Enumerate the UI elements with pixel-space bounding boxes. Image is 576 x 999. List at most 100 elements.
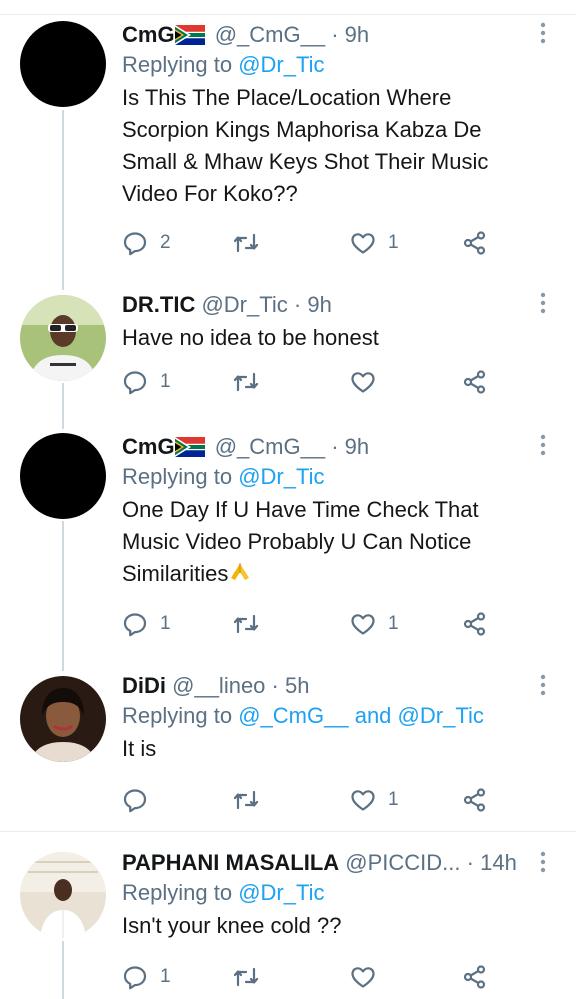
user-handle[interactable]: @_CmG__ xyxy=(215,434,325,459)
like-icon xyxy=(350,369,376,395)
timestamp[interactable]: 9h xyxy=(345,434,369,459)
tweet-text: Have no idea to be honest xyxy=(122,322,562,354)
profile-photo xyxy=(20,852,106,938)
tweet-text-segment: Similarities xyxy=(122,561,229,586)
tweet-actions: 1 1 xyxy=(122,611,562,637)
tweet-text-line: Isn't your knee cold ?? xyxy=(122,913,342,938)
display-name[interactable]: DR.TIC xyxy=(122,292,195,317)
reply-icon xyxy=(122,611,148,637)
retweet-button[interactable] xyxy=(232,964,272,990)
replying-to-line: Replying to @Dr_Tic xyxy=(122,50,562,80)
display-name[interactable]: CmG xyxy=(122,22,175,47)
more-icon[interactable] xyxy=(534,290,552,316)
tweet-text-line: Is This The Place/Location Where xyxy=(122,85,452,110)
mention-link[interactable]: @Dr_Tic xyxy=(238,52,324,77)
tweet-header: DiDi @__lineo · 5h xyxy=(122,673,562,699)
separator-dot: · xyxy=(271,673,279,698)
tweet-header: DR.TIC @Dr_Tic · 9h xyxy=(122,292,562,318)
replying-label: Replying to xyxy=(122,464,233,489)
folded-hands-emoji xyxy=(231,563,250,580)
timestamp[interactable]: 14h xyxy=(480,850,517,875)
share-icon xyxy=(462,230,488,256)
share-button[interactable] xyxy=(462,369,488,395)
retweet-button[interactable] xyxy=(232,787,272,813)
more-icon[interactable] xyxy=(534,672,552,698)
share-button[interactable] xyxy=(462,611,488,637)
mention-link[interactable]: @Dr_Tic xyxy=(398,703,484,728)
avatar[interactable] xyxy=(20,21,106,107)
user-handle[interactable]: @__lineo xyxy=(172,673,265,698)
tweet-header: CmG @_CmG__ · 9h xyxy=(122,434,562,460)
retweet-button[interactable] xyxy=(232,611,272,637)
display-name[interactable]: PAPHANI MASALILA xyxy=(122,850,339,875)
like-button[interactable]: 1 xyxy=(350,611,399,637)
like-icon xyxy=(350,611,376,637)
user-handle[interactable]: @PICCID... xyxy=(345,850,460,875)
retweet-button[interactable] xyxy=(232,230,272,256)
share-button[interactable] xyxy=(462,964,488,990)
tweet[interactable]: CmG @_CmG__ · 9h Replying to @Dr_Tic One… xyxy=(122,434,562,590)
timestamp[interactable]: 9h xyxy=(307,292,331,317)
share-icon xyxy=(462,369,488,395)
like-button[interactable]: 1 xyxy=(350,230,399,256)
mention-link[interactable]: @Dr_Tic xyxy=(238,880,324,905)
mention-link[interactable]: @Dr_Tic xyxy=(238,464,324,489)
replying-to-line: Replying to @Dr_Tic xyxy=(122,878,562,908)
tweet[interactable]: PAPHANI MASALILA @PICCID... · 14h Replyi… xyxy=(122,850,562,942)
tweet[interactable]: DiDi @__lineo · 5h Replying to @_CmG__ a… xyxy=(122,673,562,765)
tweet[interactable]: CmG @_CmG__ · 9h Replying to @Dr_Tic Is … xyxy=(122,22,562,210)
share-button[interactable] xyxy=(462,230,488,256)
tweet-text: It is xyxy=(122,733,562,765)
like-count: 1 xyxy=(388,232,399,253)
retweet-button[interactable] xyxy=(232,369,272,395)
user-handle[interactable]: @Dr_Tic xyxy=(201,292,287,317)
tweet[interactable]: DR.TIC @Dr_Tic · 9h Have no idea to be h… xyxy=(122,292,562,354)
reply-button[interactable]: 2 xyxy=(122,230,171,256)
tweet-actions: 1 xyxy=(122,787,562,813)
tweet-text-line: Similarities xyxy=(122,558,562,590)
tweet-text-line: Have no idea to be honest xyxy=(122,325,379,350)
like-icon xyxy=(350,964,376,990)
replying-and: and xyxy=(354,703,392,728)
reply-icon xyxy=(122,230,148,256)
more-icon[interactable] xyxy=(534,20,552,46)
retweet-icon xyxy=(232,964,260,990)
reply-button[interactable] xyxy=(122,787,160,813)
display-name[interactable]: CmG xyxy=(122,434,175,459)
tweet-actions: 1 xyxy=(122,369,562,395)
like-icon xyxy=(350,787,376,813)
avatar[interactable] xyxy=(20,852,106,938)
share-button[interactable] xyxy=(462,787,488,813)
profile-photo xyxy=(20,295,106,381)
thread-line xyxy=(62,521,64,671)
reply-button[interactable]: 1 xyxy=(122,611,171,637)
display-name[interactable]: DiDi xyxy=(122,673,166,698)
user-handle[interactable]: @_CmG__ xyxy=(215,22,325,47)
avatar[interactable] xyxy=(20,295,106,381)
tweet-text-line: Music Video Probably U Can Notice xyxy=(122,529,472,554)
top-divider xyxy=(0,14,576,15)
separator-dot: · xyxy=(331,434,339,459)
tweet-text-line: Video For Koko?? xyxy=(122,181,298,206)
share-icon xyxy=(462,611,488,637)
like-button[interactable]: 1 xyxy=(350,787,399,813)
avatar[interactable] xyxy=(20,676,106,762)
timestamp[interactable]: 9h xyxy=(345,22,369,47)
reply-button[interactable]: 1 xyxy=(122,369,171,395)
replying-label: Replying to xyxy=(122,703,233,728)
more-icon[interactable] xyxy=(534,432,552,458)
reply-count: 1 xyxy=(160,613,171,634)
reply-button[interactable]: 1 xyxy=(122,964,171,990)
tweet-header: CmG @_CmG__ · 9h xyxy=(122,22,562,48)
avatar[interactable] xyxy=(20,433,106,519)
like-button[interactable] xyxy=(350,964,388,990)
south-africa-flag-icon xyxy=(175,25,205,45)
like-count: 1 xyxy=(388,789,399,810)
mention-link[interactable]: @_CmG__ xyxy=(238,703,348,728)
more-icon[interactable] xyxy=(534,849,552,875)
timestamp[interactable]: 5h xyxy=(285,673,309,698)
like-button[interactable] xyxy=(350,369,388,395)
replying-label: Replying to xyxy=(122,52,233,77)
share-icon xyxy=(462,964,488,990)
tweet-header: PAPHANI MASALILA @PICCID... · 14h xyxy=(122,850,562,876)
